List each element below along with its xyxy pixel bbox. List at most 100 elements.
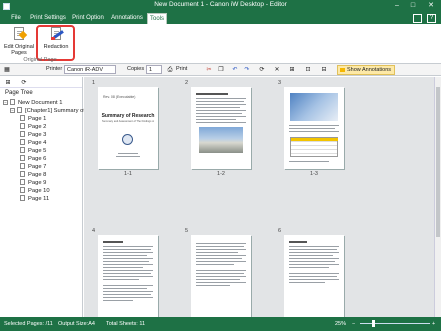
page-icon bbox=[20, 123, 25, 129]
page-icon bbox=[20, 139, 25, 145]
photo-image bbox=[290, 93, 338, 121]
copies-label: Copies bbox=[127, 66, 145, 72]
maximize-button[interactable]: □ bbox=[406, 1, 420, 10]
tree-page[interactable]: Page 2 bbox=[20, 123, 46, 131]
tree-page[interactable]: Page 1 bbox=[20, 115, 46, 123]
thumbnail-number: 1 bbox=[92, 80, 96, 86]
page-icon bbox=[20, 187, 25, 193]
minimize-button[interactable]: – bbox=[390, 1, 404, 10]
photo-image bbox=[199, 127, 243, 153]
edit-original-pages-button[interactable]: Edit Original Pages bbox=[3, 27, 35, 56]
page-tree-heading: Page Tree bbox=[5, 90, 33, 96]
undo-icon[interactable]: ↶ bbox=[231, 66, 239, 74]
tree-page[interactable]: Page 9 bbox=[20, 179, 46, 187]
page-icon bbox=[20, 163, 25, 169]
selected-pages-status: Selected Pages: /11 bbox=[4, 321, 53, 327]
printer-label: Printer bbox=[46, 66, 63, 72]
tree-page[interactable]: Page 5 bbox=[20, 147, 46, 155]
tree-chapter[interactable]: − [Chapter1] Summary of ... bbox=[10, 107, 91, 115]
page-icon bbox=[20, 131, 25, 137]
tree-page[interactable]: Page 6 bbox=[20, 155, 46, 163]
tab-file[interactable]: File bbox=[6, 13, 26, 24]
insert-page-icon[interactable]: ⊞ bbox=[288, 66, 296, 74]
page-view-icon[interactable]: ▦ bbox=[3, 66, 11, 74]
tree-view-icon[interactable]: ⊞ bbox=[4, 79, 12, 87]
page-tree-toolbar: ⊞ ⟳ bbox=[0, 77, 82, 88]
scrollbar-thumb[interactable] bbox=[436, 87, 440, 237]
page-thumbnail[interactable]: Rev. 08 (Executable) Summary of Research… bbox=[98, 87, 158, 169]
zoom-slider-handle[interactable] bbox=[372, 320, 375, 327]
redaction-icon bbox=[48, 27, 64, 42]
redo-icon[interactable]: ↷ bbox=[243, 66, 251, 74]
tree-page[interactable]: Page 11 bbox=[20, 195, 49, 203]
page-thumbnail[interactable] bbox=[284, 235, 344, 317]
ribbon-tabs: File Print Settings Print Option Annotat… bbox=[0, 13, 441, 24]
tree-page[interactable]: Page 7 bbox=[20, 163, 46, 171]
ribbon-group-label: Original Page bbox=[23, 57, 57, 63]
page-icon bbox=[20, 115, 25, 121]
page-thumbnail-view: 1 Rev. 08 (Executable) Summary of Resear… bbox=[84, 77, 441, 317]
page-icon bbox=[20, 195, 25, 201]
page-icon bbox=[20, 179, 25, 185]
show-annotations-button[interactable]: Show Annotations bbox=[337, 65, 395, 75]
title-bar: New Document 1 - Canon iW Desktop - Edit… bbox=[0, 0, 441, 24]
chapter-icon bbox=[17, 107, 22, 113]
emblem-icon bbox=[122, 134, 133, 145]
data-table bbox=[290, 137, 338, 157]
print-icon[interactable]: ⎙ bbox=[166, 66, 174, 74]
tree-root[interactable]: − New Document 1 bbox=[3, 99, 62, 107]
copy-icon[interactable]: ❐ bbox=[217, 66, 225, 74]
split-icon[interactable]: ⊟ bbox=[320, 66, 328, 74]
tab-tools[interactable]: Tools bbox=[147, 13, 167, 24]
tab-print-settings[interactable]: Print Settings bbox=[30, 13, 66, 24]
collapse-icon[interactable]: − bbox=[10, 108, 15, 113]
thumbnail-label: 1-2 bbox=[217, 171, 225, 177]
collapse-icon[interactable]: − bbox=[3, 100, 8, 105]
zoom-in-icon[interactable]: + bbox=[432, 321, 435, 327]
thumbnail-label: 1-3 bbox=[310, 171, 318, 177]
print-button[interactable]: Print bbox=[176, 66, 187, 72]
close-button[interactable]: ✕ bbox=[424, 1, 438, 10]
page-icon bbox=[20, 155, 25, 161]
zoom-level: 25% bbox=[335, 321, 347, 327]
output-size-status: Output Size:A4 bbox=[58, 321, 95, 327]
tab-print-option[interactable]: Print Option bbox=[70, 13, 106, 24]
page-thumbnail[interactable] bbox=[284, 87, 344, 169]
toolbar: ▦ Printer Canon iR-ADV Copies 1 ⎙ Print … bbox=[0, 64, 441, 76]
tab-annotations[interactable]: Annotations bbox=[110, 13, 144, 24]
zoom-out-icon[interactable]: − bbox=[352, 321, 355, 327]
tree-page[interactable]: Page 8 bbox=[20, 171, 46, 179]
refresh-icon[interactable]: ⟳ bbox=[20, 79, 28, 87]
tree-page[interactable]: Page 3 bbox=[20, 131, 46, 139]
document-icon bbox=[10, 99, 15, 105]
tree-page[interactable]: Page 4 bbox=[20, 139, 46, 147]
delete-icon[interactable]: ✕ bbox=[273, 66, 281, 74]
page-icon bbox=[20, 171, 25, 177]
thumbnail-number: 2 bbox=[185, 80, 189, 86]
vertical-scrollbar[interactable] bbox=[434, 77, 441, 317]
status-bar: Selected Pages: /11 Output Size:A4 Total… bbox=[0, 317, 441, 331]
page-tree-pane: ⊞ ⟳ Page Tree − New Document 1 − [Chapter1… bbox=[0, 77, 91, 317]
merge-icon[interactable]: ⊡ bbox=[304, 66, 312, 74]
page-title: Summary of Research bbox=[101, 113, 155, 119]
cut-icon[interactable]: ✂ bbox=[205, 66, 213, 74]
help-icon[interactable]: ? bbox=[427, 14, 436, 23]
page-thumbnail[interactable] bbox=[191, 235, 251, 317]
ribbon: Edit Original Pages Redaction Original P… bbox=[0, 24, 441, 64]
tree-page[interactable]: Page 10 bbox=[20, 187, 50, 195]
total-sheets-status: Total Sheets: 11 bbox=[106, 321, 146, 327]
ribbon-toggle-icon[interactable] bbox=[413, 14, 422, 23]
zoom-slider[interactable] bbox=[360, 323, 430, 324]
page-small-header: Rev. 08 (Executable) bbox=[103, 95, 136, 99]
redaction-label: Redaction bbox=[43, 44, 69, 50]
page-subtitle: Summary and Assessment of The Findings o… bbox=[102, 120, 154, 123]
page-thumbnail[interactable] bbox=[191, 87, 251, 169]
copies-stepper[interactable]: 1 bbox=[146, 65, 162, 74]
edit-original-pages-label: Edit Original Pages bbox=[4, 44, 34, 56]
thumbnail-number: 6 bbox=[278, 228, 282, 234]
thumbnail-number: 3 bbox=[278, 80, 282, 86]
page-thumbnail[interactable] bbox=[98, 235, 158, 317]
printer-select[interactable]: Canon iR-ADV bbox=[64, 65, 116, 74]
redaction-button[interactable]: Redaction bbox=[38, 27, 74, 50]
rotate-icon[interactable]: ⟳ bbox=[258, 66, 266, 74]
